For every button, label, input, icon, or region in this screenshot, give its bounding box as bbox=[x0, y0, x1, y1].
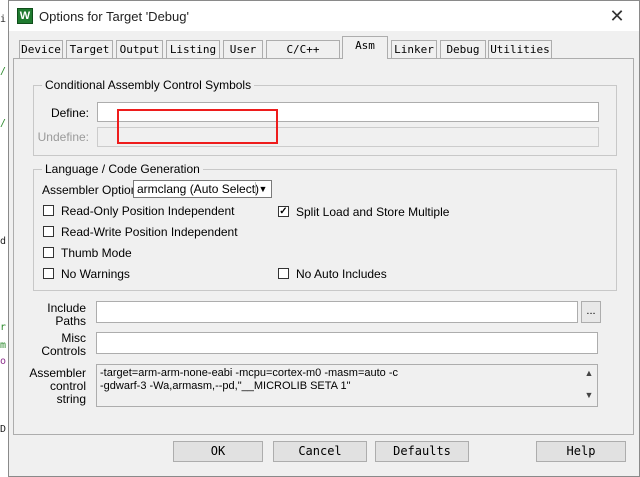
background-fragment: / bbox=[0, 118, 7, 129]
defaults-button[interactable]: Defaults bbox=[375, 441, 469, 462]
tab-device[interactable]: Device bbox=[19, 40, 63, 58]
include-paths-label-line1: Include bbox=[47, 301, 86, 315]
cancel-button[interactable]: Cancel bbox=[273, 441, 367, 462]
background-fragment: / bbox=[0, 66, 7, 77]
scroll-down-icon[interactable]: ▼ bbox=[583, 389, 595, 401]
ok-button[interactable]: OK bbox=[173, 441, 263, 462]
checkbox-label: Read-Only Position Independent bbox=[61, 204, 235, 218]
help-button[interactable]: Help bbox=[536, 441, 626, 462]
tab-user[interactable]: User bbox=[223, 40, 263, 58]
checkbox-box bbox=[43, 226, 54, 237]
undefine-input bbox=[97, 127, 599, 147]
background-fragment: d bbox=[0, 236, 7, 247]
control-string-scrollbar[interactable]: ▲ ▼ bbox=[583, 367, 595, 403]
asm-tab-panel: Conditional Assembly Control Symbols Def… bbox=[13, 58, 634, 435]
misc-controls-label-line1: Misc bbox=[61, 331, 86, 345]
background-fragment: r bbox=[0, 322, 7, 333]
checkbox-box bbox=[43, 268, 54, 279]
scroll-up-icon[interactable]: ▲ bbox=[583, 367, 595, 379]
misc-controls-label-line2: Controls bbox=[41, 344, 86, 358]
group-title: Language / Code Generation bbox=[42, 162, 203, 176]
include-paths-label-line2: Paths bbox=[55, 314, 86, 328]
tab-linker[interactable]: Linker bbox=[391, 40, 437, 58]
assembler-option-label: Assembler Option: bbox=[42, 183, 141, 197]
checkbox-label: Thumb Mode bbox=[61, 246, 132, 260]
include-paths-input[interactable] bbox=[96, 301, 578, 323]
checkbox-label: No Auto Includes bbox=[296, 267, 387, 281]
checkbox-label: Read-Write Position Independent bbox=[61, 225, 238, 239]
conditional-assembly-group: Conditional Assembly Control Symbols Def… bbox=[33, 78, 617, 156]
control-string-line: -target=arm-arm-none-eabi -mcpu=cortex-m… bbox=[100, 367, 399, 379]
checkbox-box bbox=[278, 268, 289, 279]
assembler-control-label-line3: string bbox=[56, 392, 86, 406]
assembler-option-select[interactable]: armclang (Auto Select) ▼ bbox=[133, 180, 272, 198]
checkbox-box bbox=[43, 205, 54, 216]
tab-debug[interactable]: Debug bbox=[440, 40, 486, 58]
checkmark-icon: ✓ bbox=[278, 206, 289, 217]
undefine-label: Undefine: bbox=[37, 130, 89, 144]
group-title: Conditional Assembly Control Symbols bbox=[42, 78, 255, 92]
close-button[interactable]: ✕ bbox=[595, 1, 639, 31]
background-fragment: i bbox=[0, 14, 7, 25]
assembler-option-value: armclang (Auto Select) bbox=[137, 182, 260, 196]
tab-c-cpp-ac6[interactable]: C/C++ (AC6) bbox=[266, 40, 340, 73]
checkbox-label: No Warnings bbox=[61, 267, 130, 281]
tab-listing[interactable]: Listing bbox=[166, 40, 220, 58]
window-title: Options for Target 'Debug' bbox=[39, 9, 189, 24]
options-dialog: W Options for Target 'Debug' ✕ Device Ta… bbox=[8, 0, 640, 477]
assembler-control-string-box[interactable]: -target=arm-arm-none-eabi -mcpu=cortex-m… bbox=[96, 364, 598, 407]
background-fragment: m bbox=[0, 340, 7, 351]
tab-asm[interactable]: Asm bbox=[342, 36, 388, 59]
tab-output[interactable]: Output bbox=[116, 40, 163, 58]
define-label: Define: bbox=[50, 106, 89, 120]
tab-target[interactable]: Target bbox=[66, 40, 113, 58]
assembler-control-label-line1: Assembler bbox=[29, 366, 86, 380]
tab-strip: Device Target Output Listing User C/C++ … bbox=[9, 35, 639, 73]
background-fragment: D bbox=[0, 424, 7, 435]
checkbox-box bbox=[43, 247, 54, 258]
include-paths-browse-button[interactable]: ... bbox=[581, 301, 601, 323]
tab-utilities[interactable]: Utilities bbox=[488, 40, 552, 58]
language-code-generation-group: Language / Code Generation Assembler Opt… bbox=[33, 162, 617, 291]
title-bar: W Options for Target 'Debug' ✕ bbox=[9, 1, 639, 31]
checkbox-label: Split Load and Store Multiple bbox=[296, 205, 450, 219]
background-editor-strip: i / / d r m o D bbox=[0, 0, 8, 477]
keil-app-icon: W bbox=[17, 8, 33, 24]
dropdown-arrow-icon: ▼ bbox=[255, 182, 270, 196]
assembler-control-label-line2: control bbox=[49, 379, 86, 393]
control-string-line: -gdwarf-3 -Wa,armasm,--pd,"__MICROLIB SE… bbox=[100, 380, 351, 392]
background-fragment: o bbox=[0, 356, 7, 367]
misc-controls-input[interactable] bbox=[96, 332, 598, 354]
define-input[interactable] bbox=[97, 102, 599, 122]
